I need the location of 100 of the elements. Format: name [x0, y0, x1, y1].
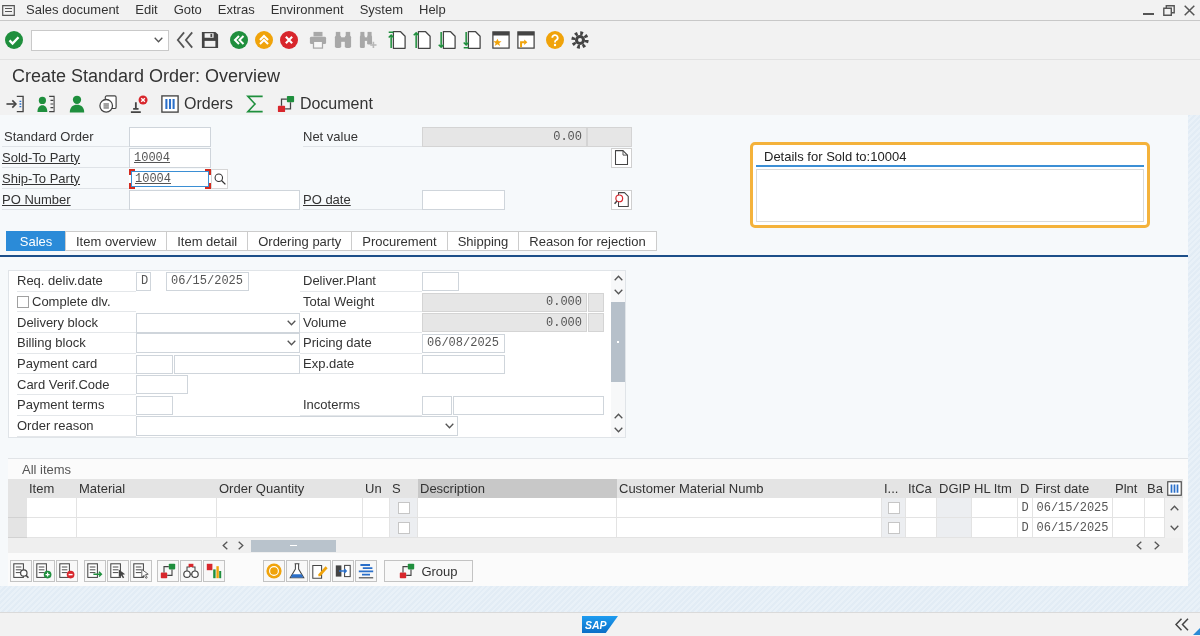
settings-icon[interactable]	[571, 31, 589, 49]
search-help-button[interactable]	[211, 168, 228, 189]
column-header[interactable]: S	[390, 479, 418, 498]
menu-item[interactable]: Edit	[127, 1, 166, 19]
table-cell[interactable]	[1113, 518, 1145, 538]
stamp-error-icon[interactable]	[130, 94, 148, 113]
checkbox[interactable]	[887, 501, 900, 514]
tab[interactable]: Ordering party	[247, 231, 353, 251]
table-cell[interactable]	[418, 518, 617, 538]
person-list-icon[interactable]	[37, 94, 55, 113]
menu-item[interactable]: Environment	[262, 1, 352, 19]
column-header[interactable]: Order Quantity	[217, 479, 363, 498]
input-field[interactable]	[174, 354, 300, 374]
sigma-icon[interactable]	[245, 94, 264, 113]
input-field[interactable]: 10004	[129, 168, 211, 189]
dropdown[interactable]	[136, 333, 300, 354]
person-icon[interactable]	[68, 94, 86, 113]
table-cell[interactable]	[77, 498, 217, 518]
toolbar-button[interactable]	[332, 560, 354, 582]
menu-item[interactable]: Sales document	[18, 1, 128, 19]
input-field[interactable]	[129, 189, 300, 210]
caret-icon[interactable]	[154, 37, 163, 43]
close-icon[interactable]	[1184, 4, 1195, 16]
input-field[interactable]	[422, 271, 459, 291]
input-field[interactable]	[422, 354, 505, 374]
toolbar-button[interactable]	[10, 560, 32, 582]
chevron-down-icon[interactable]	[1169, 525, 1179, 531]
tab[interactable]: Reason for rejection	[518, 231, 657, 251]
table-cell[interactable]	[363, 498, 390, 518]
column-header[interactable]: Un	[363, 479, 390, 498]
column-header[interactable]: I...	[882, 479, 906, 498]
table-cell[interactable]	[972, 518, 1018, 538]
menu-item[interactable]: Extras	[209, 1, 263, 19]
checkbox[interactable]	[17, 295, 29, 308]
column-header[interactable]: DGIP	[937, 479, 972, 498]
page-down-icon[interactable]	[438, 31, 456, 49]
chevron-left-icon[interactable]	[1136, 541, 1142, 550]
row-selector[interactable]	[8, 518, 27, 538]
tab[interactable]: Shipping	[446, 231, 520, 251]
toolbar-button[interactable]	[355, 560, 377, 582]
table-cell[interactable]: D	[1018, 498, 1033, 518]
group-button[interactable]: Group	[384, 560, 473, 582]
restore-icon[interactable]	[1163, 4, 1175, 16]
table-cell[interactable]	[1145, 518, 1165, 538]
tab[interactable]: Item detail	[166, 231, 249, 251]
command-field[interactable]	[31, 29, 169, 51]
table-cell[interactable]	[390, 498, 418, 518]
table-cell[interactable]	[617, 518, 882, 538]
save-icon[interactable]	[201, 31, 219, 49]
table-cell[interactable]	[27, 498, 77, 518]
table-cell[interactable]: 06/15/2025	[1033, 498, 1113, 518]
chevron-up-icon[interactable]	[1169, 505, 1179, 511]
chevron-left-icon[interactable]	[222, 541, 228, 550]
double-chevron-up-circle-icon[interactable]	[255, 31, 273, 49]
toolbar-button[interactable]	[107, 560, 129, 582]
toolbar-button[interactable]: Document	[276, 92, 373, 115]
input-field[interactable]	[136, 375, 188, 395]
column-header[interactable]: HL Itm	[972, 479, 1018, 498]
table-cell[interactable]	[390, 518, 418, 538]
input-field[interactable]: 06/08/2025	[422, 333, 505, 353]
table-cell[interactable]	[363, 518, 390, 538]
table-cell[interactable]	[77, 518, 217, 538]
table-cell[interactable]	[217, 518, 363, 538]
chevron-up-icon[interactable]	[613, 413, 623, 419]
help-icon[interactable]	[546, 31, 564, 49]
table-columns-icon[interactable]	[1166, 481, 1182, 496]
check-circle-icon[interactable]	[5, 31, 23, 49]
input-field[interactable]	[136, 395, 173, 415]
toolbar-button[interactable]: Orders	[161, 92, 233, 115]
vertical-scrollbar[interactable]	[611, 271, 625, 437]
table-cell[interactable]	[882, 518, 906, 538]
column-header[interactable]: Description	[418, 479, 617, 498]
back-circle-icon[interactable]	[230, 31, 248, 49]
page-double-up-icon[interactable]	[388, 31, 406, 49]
table-cell[interactable]	[418, 498, 617, 518]
toolbar-button[interactable]	[157, 560, 179, 582]
column-header[interactable]: Customer Material Numb	[617, 479, 882, 498]
table-cell[interactable]	[882, 498, 906, 518]
chevron-down-icon[interactable]	[613, 289, 623, 295]
scroll-thumb[interactable]	[611, 302, 625, 382]
toolbar-button[interactable]	[309, 560, 331, 582]
input-field[interactable]: 10004	[129, 147, 211, 168]
dropdown[interactable]	[136, 416, 458, 437]
double-chevron-left-icon[interactable]	[176, 31, 194, 49]
toolbar-button[interactable]	[56, 560, 78, 582]
column-header[interactable]: Ba	[1145, 479, 1165, 498]
resize-grip-icon[interactable]	[1193, 628, 1200, 635]
horizontal-scrollbar[interactable]	[8, 538, 1183, 553]
chevron-down-icon[interactable]	[613, 427, 623, 433]
icon-button[interactable]	[611, 147, 632, 168]
menu-item[interactable]: Goto	[165, 1, 210, 19]
double-chevron-left-icon[interactable]	[1175, 617, 1189, 631]
table-cell[interactable]	[1113, 498, 1145, 518]
column-header[interactable]: ItCa	[906, 479, 937, 498]
table-cell[interactable]	[906, 518, 937, 538]
page-double-down-icon[interactable]	[463, 31, 481, 49]
table-cell[interactable]	[27, 518, 77, 538]
input-field[interactable]	[422, 395, 452, 415]
toolbar-button[interactable]	[286, 560, 308, 582]
close-circle-icon[interactable]	[280, 31, 298, 49]
